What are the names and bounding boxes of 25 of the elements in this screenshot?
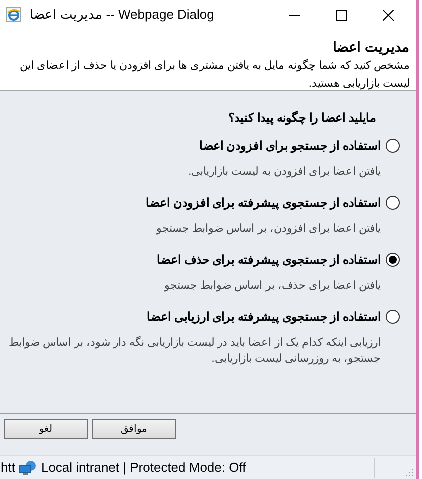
security-zone-status: Local intranet | Protected Mode: Off: [41, 458, 246, 477]
option-label[interactable]: استفاده از جستجوی پیشرفته برای افزودن اعضا: [146, 194, 381, 212]
option-description: یافتن اعضا برای حذف، بر اساس ضوابط جستجو: [163, 279, 381, 294]
dialog-button[interactable]: موافق: [92, 419, 176, 439]
status-url: htt: [1, 458, 16, 477]
maximize-icon[interactable]: [336, 10, 347, 20]
option-label[interactable]: استفاده از جستجو برای افزودن اعضا: [199, 137, 381, 155]
option-description: یافتن اعضا برای افزودن، بر اساس ضوابط جستجو: [155, 222, 381, 237]
close-icon[interactable]: [383, 10, 394, 20]
radio-button[interactable]: [386, 253, 400, 267]
dialog-heading: مدیریت اعضا: [332, 38, 410, 57]
radio-button[interactable]: [386, 196, 400, 210]
network-icon: [19, 460, 38, 476]
resize-grip-icon[interactable]: [406, 469, 414, 477]
radio-button[interactable]: [386, 139, 400, 153]
option-label[interactable]: استفاده از جستجوی پیشرفته برای ارزیابی اعضا: [146, 308, 381, 326]
browser-icon: [6, 7, 22, 23]
window-title: مدیریت اعضا -- Webpage Dialog: [30, 6, 214, 24]
option-description: یافتن اعضا برای افزودن به لیست بازاریابی.: [188, 165, 381, 180]
dialog-description: مشخص کنید که شما چگونه مایل به یافتن مشتری ها برای افزودن یا حذف از اعضای این لیست بازاریابی هستید.: [19, 58, 410, 92]
dialog-button[interactable]: لغو: [4, 419, 88, 439]
option-description: ارزیابی اینکه کدام یک از اعضا باید در لیست بازاریابی نگه دار شود، بر اساس ضوابط جستجو، به روزرسانی لیست بازاریابی.: [8, 335, 381, 367]
radio-button[interactable]: [386, 310, 400, 324]
question-label: مایلید اعضا را چگونه پیدا کنید؟: [227, 110, 376, 127]
option-label[interactable]: استفاده از جستجوی پیشرفته برای حذف اعضا: [156, 251, 381, 269]
